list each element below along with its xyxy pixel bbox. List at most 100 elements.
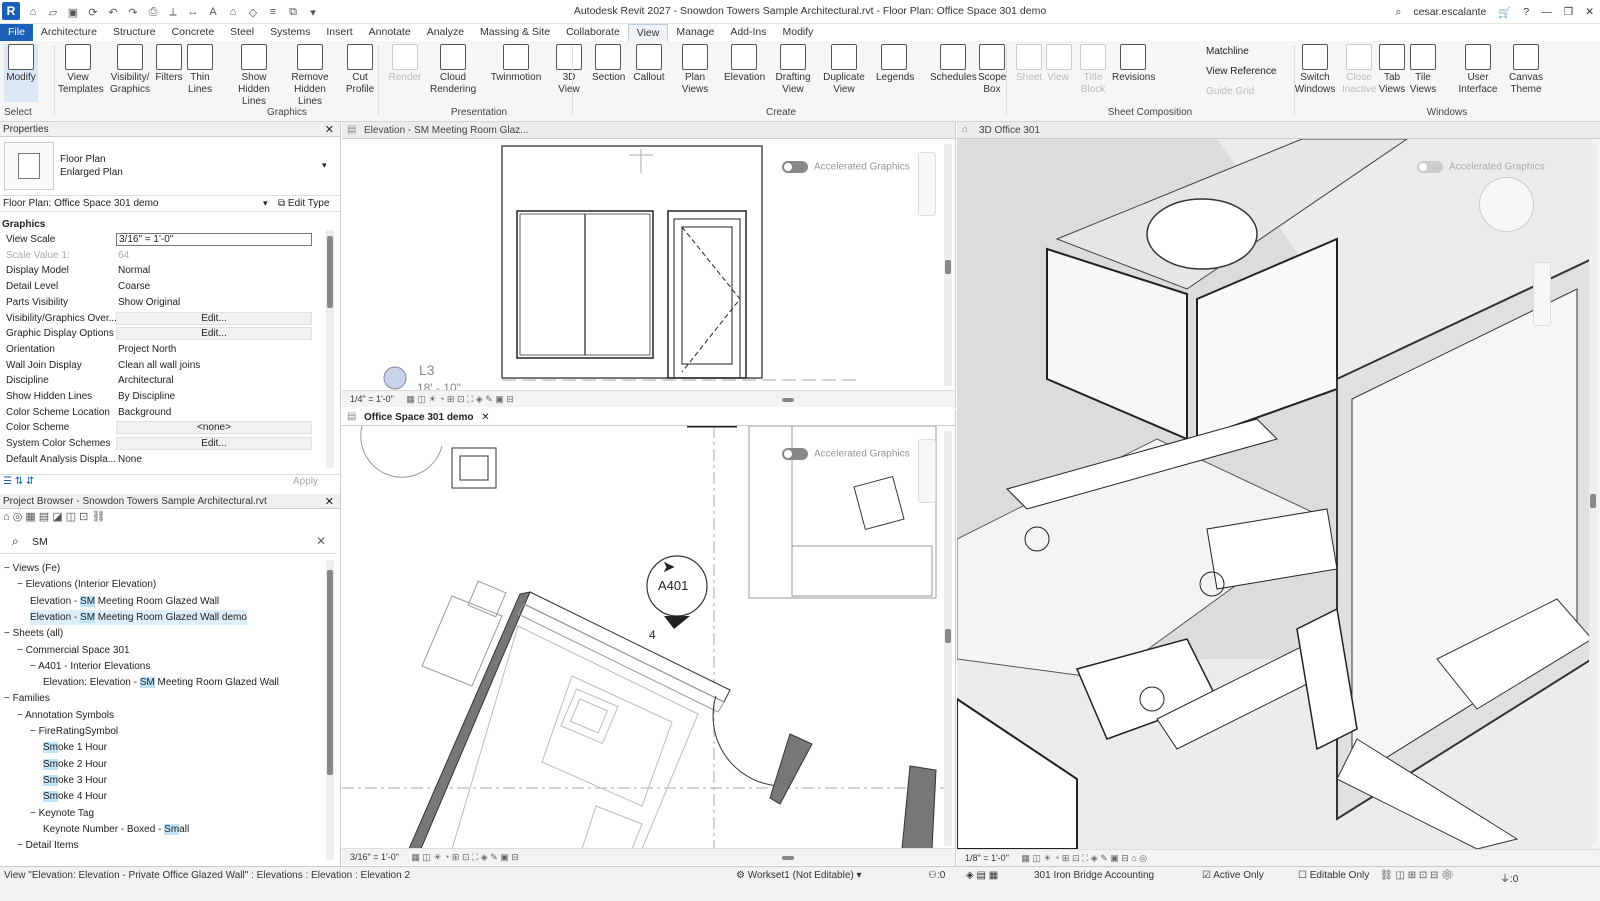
close-icon[interactable]: ✕ <box>325 495 334 508</box>
view-scale[interactable]: 1/8" = 1'-0" <box>965 853 1009 863</box>
cloud-rendering-button[interactable]: Cloud Rendering <box>430 44 476 96</box>
workset-selector[interactable]: ⚙ Workset1 (Not Editable) ▾ <box>736 870 862 881</box>
view-control-icons[interactable]: ▦ ◫ ☀ ◔ ⊞ ⊡ ⛶ ◈ ✎ ▣ ⊟ ⌂ ◎ <box>1021 853 1147 863</box>
thin-lines-icon[interactable]: ≡ <box>264 3 282 21</box>
tab-office-space-301-demo[interactable]: Office Space 301 demo ✕ <box>342 409 955 426</box>
show-hidden-lines-button[interactable]: Show Hidden Lines <box>230 44 278 108</box>
tab-file[interactable]: File <box>0 24 33 41</box>
collapse-icon[interactable]: − <box>30 726 39 737</box>
browser-scrollbar[interactable] <box>326 560 334 860</box>
elevation-view[interactable]: Elevation - SM Meeting Room Glaz... ▤ L3… <box>342 122 956 408</box>
dimension-icon[interactable]: ↔ <box>184 3 202 21</box>
home-icon[interactable]: ⌂ <box>24 3 42 21</box>
collapse-icon[interactable]: − <box>30 661 38 672</box>
tree-item[interactable]: Smoke 4 Hour <box>43 789 107 804</box>
maximize-icon[interactable]: ❐ <box>1564 6 1573 18</box>
guide-grid-button[interactable]: Guide Grid <box>1206 86 1254 97</box>
browser-search-box[interactable]: ⌕ SM ✕ <box>0 530 337 554</box>
property-value[interactable]: <none> <box>116 421 312 435</box>
customize-qat-icon[interactable]: ▾ <box>304 3 322 21</box>
accelerated-graphics-toggle[interactable]: Accelerated Graphics <box>782 161 910 173</box>
properties-view-icons[interactable]: ☰ ⇅ ⇵ <box>3 476 34 487</box>
tree-item[interactable]: − Keynote Tag <box>30 806 94 821</box>
sync-icon[interactable]: ⟳ <box>84 3 102 21</box>
revit-logo[interactable]: R <box>2 2 20 20</box>
tree-item[interactable]: − FireRatingSymbol <box>30 724 118 739</box>
3d-view[interactable]: 3D Office 301 ⌂ Accelerated Graphics 1/8… <box>957 122 1600 866</box>
3d-v-scrollbar[interactable] <box>1589 144 1597 844</box>
tab-elevation[interactable]: Elevation - SM Meeting Room Glaz... <box>342 122 955 139</box>
tab-annotate[interactable]: Annotate <box>361 24 419 41</box>
design-option-selector[interactable]: 301 Iron Bridge Accounting <box>1034 870 1154 881</box>
title-block-button[interactable]: Title Block <box>1080 44 1106 96</box>
editing-requests[interactable]: ⚇:0 <box>928 870 945 881</box>
help-icon[interactable]: ? <box>1523 6 1529 18</box>
view-control-icons[interactable]: ▦ ◫ ☀ ◔ ⊞ ⊡ ⛶ ◈ ✎ ▣ ⊟ <box>406 394 513 404</box>
navigation-bar[interactable] <box>918 152 936 216</box>
view-templates-button[interactable]: View Templates <box>58 44 104 96</box>
selection-icons[interactable]: ⛓ ◫ ⊞ ⊡ ⊟ ⚙ <box>1380 870 1454 881</box>
property-row[interactable]: View Scale 3/16" = 1'-0" <box>0 232 320 248</box>
tree-item[interactable]: Smoke 2 Hour <box>43 757 107 772</box>
close-icon[interactable]: ✕ <box>325 123 334 136</box>
matchline-button[interactable]: Matchline <box>1206 46 1249 57</box>
plan-view[interactable]: Office Space 301 demo ✕ ▤ A401 4 ➤ Accel… <box>342 409 956 866</box>
search-icon[interactable]: ⌕ <box>1395 6 1401 19</box>
render-button[interactable]: Render <box>388 44 422 84</box>
modify-button[interactable]: Modify <box>4 44 38 102</box>
property-row[interactable]: Visibility/Graphics Over... Edit... <box>0 311 320 327</box>
tree-item[interactable]: − A401 - Interior Elevations <box>30 659 150 674</box>
elevation-h-scrollbar[interactable] <box>782 398 794 402</box>
tree-item[interactable]: Elevation: Elevation - SM Meeting Room G… <box>43 675 279 690</box>
tab-systems[interactable]: Systems <box>262 24 318 41</box>
viewcube[interactable] <box>1479 177 1534 232</box>
collapse-icon[interactable]: − <box>4 563 13 574</box>
navigation-bar[interactable] <box>918 439 936 503</box>
search-input[interactable]: SM <box>32 536 48 548</box>
tree-item[interactable]: Elevation - SM Meeting Room Glazed Wall … <box>30 609 247 625</box>
tab-manage[interactable]: Manage <box>668 24 722 41</box>
elevation-button[interactable]: Elevation <box>724 44 765 84</box>
apply-button[interactable]: Apply <box>293 476 318 487</box>
plan-v-scrollbar[interactable] <box>944 431 952 846</box>
property-row[interactable]: Display Model Normal <box>0 263 320 279</box>
section-button[interactable]: Section <box>592 44 625 84</box>
tree-item[interactable]: − Sheets (all) <box>4 626 63 641</box>
elevation-tag-number[interactable]: 4 <box>649 628 656 642</box>
type-selector-chevron-icon[interactable]: ▾ <box>322 160 327 171</box>
property-value[interactable]: Edit... <box>116 327 312 341</box>
tab-add-ins[interactable]: Add-Ins <box>722 24 774 41</box>
scope-box-button[interactable]: Scope Box <box>978 44 1006 96</box>
property-row[interactable]: Discipline Architectural <box>0 373 320 389</box>
cut-profile-button[interactable]: Cut Profile <box>344 44 376 96</box>
tree-item[interactable]: − Views (Fe) <box>4 561 60 576</box>
section-icon[interactable]: ◇ <box>244 3 262 21</box>
active-only-checkbox[interactable]: ☑ Active Only <box>1202 870 1264 881</box>
print-icon[interactable]: ⎙ <box>144 3 162 21</box>
accelerated-graphics-toggle[interactable]: Accelerated Graphics <box>782 448 910 460</box>
close-windows-icon[interactable]: ⧉ <box>284 3 302 21</box>
tab-architecture[interactable]: Architecture <box>33 24 105 41</box>
tree-item[interactable]: − Annotation Symbols <box>17 708 114 723</box>
property-value[interactable]: Edit... <box>116 437 312 451</box>
tab-collaborate[interactable]: Collaborate <box>558 24 628 41</box>
tree-item[interactable]: − Commercial Space 301 <box>17 643 130 658</box>
property-value[interactable]: 3/16" = 1'-0" <box>116 233 312 246</box>
navigation-bar[interactable] <box>1533 262 1551 326</box>
plan-h-scrollbar[interactable] <box>782 856 794 860</box>
tab-views-button[interactable]: Tab Views <box>1378 44 1406 96</box>
tree-item[interactable]: Smoke 3 Hour <box>43 773 107 788</box>
property-row[interactable]: System Color Schemes Edit... <box>0 436 320 452</box>
plan-views-button[interactable]: Plan Views <box>680 44 710 96</box>
property-row[interactable]: Color Scheme <none> <box>0 420 320 436</box>
tab-modify[interactable]: Modify <box>775 24 822 41</box>
tree-item[interactable]: Elevation - SM Meeting Room Glazed Wall <box>30 594 219 609</box>
canvas-theme-button[interactable]: Canvas Theme <box>1508 44 1544 96</box>
clear-search-icon[interactable]: ✕ <box>316 534 326 548</box>
property-row[interactable]: Orientation Project North <box>0 342 320 358</box>
callout-button[interactable]: Callout <box>632 44 666 84</box>
editable-only-checkbox[interactable]: ☐ Editable Only <box>1298 870 1369 881</box>
chevron-down-icon[interactable]: ▾ <box>263 198 268 209</box>
tree-item[interactable]: − Families <box>4 691 50 706</box>
3d-view-button[interactable]: 3D View <box>556 44 582 96</box>
